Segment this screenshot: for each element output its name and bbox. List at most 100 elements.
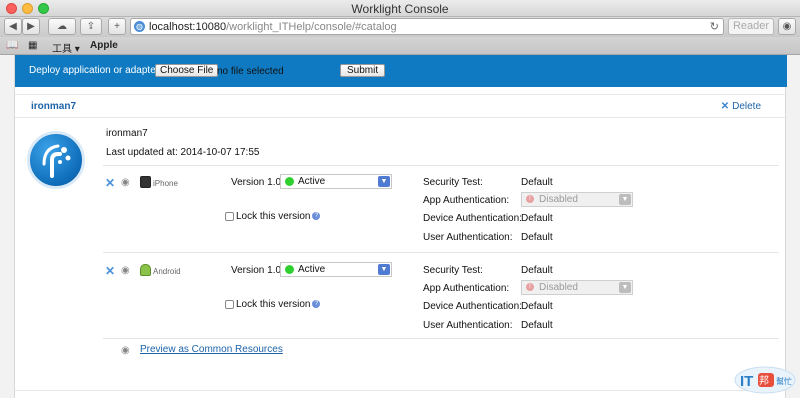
chevron-down-icon: ▼: [619, 194, 631, 205]
chevron-down-icon: ▼: [378, 264, 390, 275]
app-glyph-icon: [42, 144, 71, 178]
deploy-label: Deploy application or adapter:: [29, 65, 162, 76]
security-test-value: Default: [521, 177, 553, 188]
app-auth-label: App Authentication:: [423, 283, 510, 294]
reload-icon[interactable]: ↻: [710, 20, 719, 33]
delete-label: Delete: [732, 101, 761, 112]
security-test-label: Security Test:: [423, 177, 483, 188]
environment-row-android: ✕ ◉ Android Version 1.0 Active ▼ Lock th…: [103, 261, 779, 341]
cloud-icon: ☁: [57, 21, 67, 32]
app-icon: [27, 131, 85, 189]
back-button[interactable]: ◀: [4, 18, 22, 35]
remove-environment-icon[interactable]: ✕: [105, 264, 115, 278]
device-auth-label: Device Authentication:: [423, 301, 522, 312]
remove-environment-icon[interactable]: ✕: [105, 176, 115, 190]
active-status-icon: [285, 265, 294, 274]
divider: [103, 165, 779, 166]
app-auth-select: ! Disabled ▼: [521, 280, 633, 295]
url-host: localhost:10080: [149, 20, 227, 33]
address-bar[interactable]: ◍ localhost:10080 /worklight_ITHelp/cons…: [130, 18, 724, 35]
bookmarks-bar: 📖 ▦ 工具 ▾ Apple: [0, 37, 800, 55]
browser-toolbar: ◀ ▶ ☁ ⇪ + ◍ localhost:10080 /worklight_I…: [0, 17, 800, 37]
environment-name: iPhone: [153, 179, 178, 188]
android-icon: [140, 264, 151, 276]
delete-x-icon: ✕: [720, 101, 730, 112]
status-select[interactable]: Active ▼: [280, 262, 392, 277]
app-header-name[interactable]: ironman7: [31, 101, 76, 112]
globe-icon: ◍: [134, 21, 145, 32]
chevron-down-icon: ▼: [378, 176, 390, 187]
security-test-label: Security Test:: [423, 265, 483, 276]
back-arrow-icon: ◀: [9, 21, 17, 32]
downloads-icon: ◉: [782, 21, 792, 32]
deploy-bar: Deploy application or adapter: Choose Fi…: [15, 55, 787, 87]
last-updated: Last updated at: 2014-10-07 17:55: [106, 147, 260, 158]
eye-icon[interactable]: ◉: [121, 177, 130, 188]
page-gutter-left: [0, 55, 14, 398]
bookmark-apple[interactable]: Apple: [90, 40, 118, 51]
preview-common-resources-link[interactable]: Preview as Common Resources: [140, 344, 283, 355]
bookmark-tools[interactable]: 工具 ▾: [52, 40, 80, 55]
app-auth-value: Disabled: [539, 194, 578, 205]
lock-version-label: Lock this version?: [236, 211, 321, 222]
eye-icon[interactable]: ◉: [121, 265, 130, 276]
user-auth-value: Default: [521, 232, 553, 243]
console-page: Deploy application or adapter: Choose Fi…: [14, 55, 787, 398]
delete-app-link[interactable]: ✕ Delete: [721, 101, 761, 112]
app-auth-value: Disabled: [539, 282, 578, 293]
reading-list-icon[interactable]: 📖: [6, 40, 18, 51]
app-auth-label: App Authentication:: [423, 195, 510, 206]
file-status: no file selected: [217, 66, 284, 77]
active-status-icon: [285, 177, 294, 186]
chevron-down-icon: ▼: [619, 282, 631, 293]
lock-version-checkbox[interactable]: [225, 212, 234, 221]
user-auth-value: Default: [521, 320, 553, 331]
device-auth-value: Default: [521, 301, 553, 312]
svg-text:幫忙: 幫忙: [776, 376, 792, 386]
disabled-status-icon: !: [526, 283, 534, 291]
user-auth-label: User Authentication:: [423, 232, 513, 243]
page-gutter-right: [786, 55, 800, 398]
new-tab-button[interactable]: +: [108, 18, 126, 35]
version-label: Version 1.0: [231, 177, 282, 188]
environment-name: Android: [153, 267, 181, 276]
reader-button[interactable]: Reader: [728, 18, 774, 35]
choose-file-button[interactable]: Choose File: [155, 64, 219, 77]
top-sites-icon[interactable]: ▦: [28, 40, 37, 51]
url-path: /worklight_ITHelp/console/#catalog: [226, 20, 397, 33]
share-icon: ⇪: [86, 21, 96, 32]
version-label: Version 1.0: [231, 265, 282, 276]
divider: [103, 338, 779, 339]
plus-icon: +: [114, 21, 120, 32]
divider: [103, 252, 779, 253]
title-bar: Worklight Console: [0, 0, 800, 17]
divider: [15, 390, 787, 391]
user-auth-label: User Authentication:: [423, 320, 513, 331]
app-auth-select: ! Disabled ▼: [521, 192, 633, 207]
iphone-icon: [140, 176, 151, 188]
lock-version-checkbox[interactable]: [225, 300, 234, 309]
icloud-button[interactable]: ☁: [48, 18, 76, 35]
ithelp-watermark-logo: IT 邦 幫忙: [734, 364, 796, 394]
status-value: Active: [298, 264, 326, 275]
forward-button[interactable]: ▶: [22, 18, 40, 35]
app-panel-header: ironman7 ✕ Delete: [15, 94, 787, 118]
window-title: Worklight Console: [351, 2, 449, 16]
app-title: ironman7: [106, 128, 148, 139]
submit-button[interactable]: Submit: [340, 64, 386, 77]
share-button[interactable]: ⇪: [80, 18, 102, 35]
downloads-button[interactable]: ◉: [778, 18, 796, 35]
lock-version-label: Lock this version?: [236, 299, 321, 310]
disabled-status-icon: !: [526, 195, 534, 203]
svg-text:IT: IT: [740, 373, 753, 390]
browser-window: Worklight Console ◀ ▶ ☁ ⇪ + ◍ localhost:…: [0, 0, 800, 398]
svg-text:邦: 邦: [759, 374, 769, 387]
security-test-value: Default: [521, 265, 553, 276]
help-icon: ?: [312, 300, 321, 309]
help-icon: ?: [312, 212, 321, 221]
eye-icon: ◉: [121, 345, 130, 356]
device-auth-label: Device Authentication:: [423, 213, 522, 224]
device-auth-value: Default: [521, 213, 553, 224]
environment-row-iphone: ✕ ◉ iPhone Version 1.0 Active ▼ Lock thi…: [103, 173, 779, 253]
status-select[interactable]: Active ▼: [280, 174, 392, 189]
